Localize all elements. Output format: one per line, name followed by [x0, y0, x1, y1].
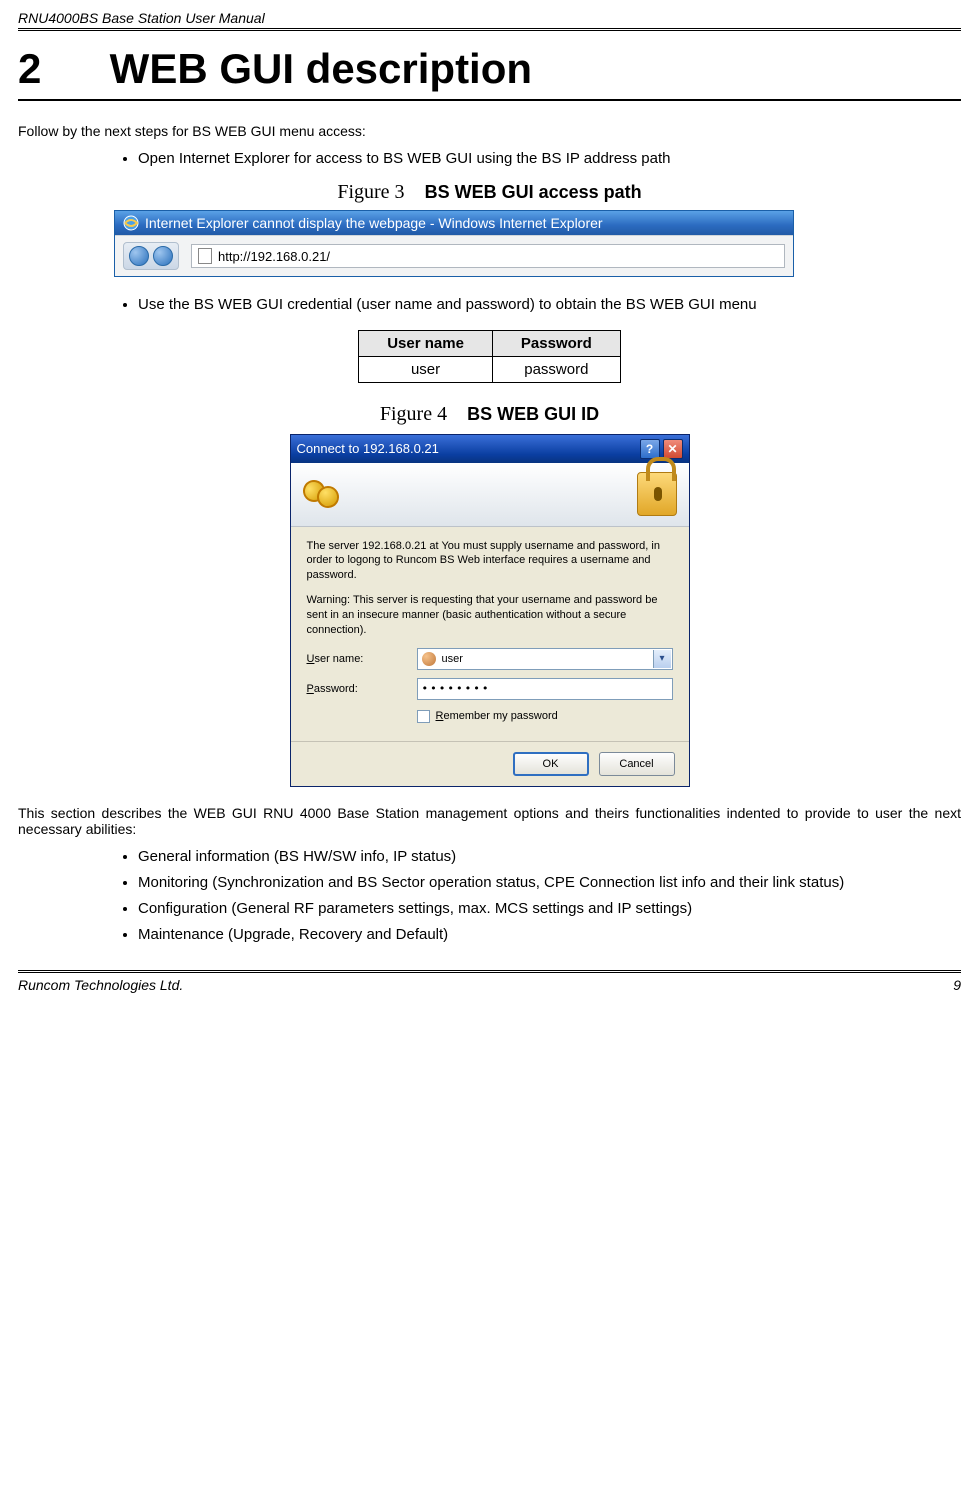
- list-item: Use the BS WEB GUI credential (user name…: [138, 295, 961, 315]
- keys-icon: [303, 474, 351, 514]
- list-item: Configuration (General RF parameters set…: [138, 899, 961, 919]
- user-icon: [422, 652, 436, 666]
- bullet-list-1: Open Internet Explorer for access to BS …: [138, 149, 961, 169]
- password-value: ••••••••: [422, 682, 491, 695]
- password-label-text: assword:: [314, 683, 358, 695]
- forward-icon: [153, 246, 173, 266]
- list-item: General information (BS HW/SW info, IP s…: [138, 847, 961, 867]
- dialog-banner: [291, 463, 689, 527]
- dialog-message-2: Warning: This server is requesting that …: [307, 593, 673, 638]
- running-footer: Runcom Technologies Ltd. 9: [18, 977, 961, 993]
- chapter-heading: 2 WEB GUI description: [18, 45, 961, 93]
- table-cell-username: user: [359, 356, 493, 382]
- figure-4-caption: Figure 4 BS WEB GUI ID: [18, 403, 961, 426]
- chapter-title: WEB GUI description: [110, 45, 532, 92]
- list-item: Maintenance (Upgrade, Recovery and Defau…: [138, 925, 961, 945]
- ie-address-bar[interactable]: http://192.168.0.21/: [191, 244, 785, 268]
- dialog-body: The server 192.168.0.21 at You must supp…: [291, 527, 689, 741]
- username-value: user: [442, 653, 463, 665]
- password-row: Password: ••••••••: [307, 678, 673, 700]
- footer-right: 9: [953, 977, 961, 993]
- username-label: User name:: [307, 653, 417, 665]
- help-button[interactable]: ?: [640, 439, 660, 459]
- list-item: Open Internet Explorer for access to BS …: [138, 149, 961, 169]
- dialog-title-text: Connect to 192.168.0.21: [297, 441, 439, 456]
- ie-titlebar-text: Internet Explorer cannot display the web…: [145, 215, 603, 231]
- abilities-list: General information (BS HW/SW info, IP s…: [138, 847, 961, 946]
- ie-toolbar: http://192.168.0.21/: [115, 235, 793, 276]
- dialog-titlebar: Connect to 192.168.0.21 ? ✕: [291, 435, 689, 463]
- list-item: Monitoring (Synchronization and BS Secto…: [138, 873, 961, 893]
- intro-paragraph: Follow by the next steps for BS WEB GUI …: [18, 123, 961, 139]
- password-field[interactable]: ••••••••: [417, 678, 673, 700]
- footer-left: Runcom Technologies Ltd.: [18, 977, 183, 993]
- lock-icon: [637, 472, 677, 516]
- username-field[interactable]: user ▾: [417, 648, 673, 670]
- ok-button[interactable]: OK: [513, 752, 589, 776]
- username-label-text: ser name:: [314, 653, 363, 665]
- close-button[interactable]: ✕: [663, 439, 683, 459]
- footer-rule: [18, 970, 961, 973]
- ie-url-text: http://192.168.0.21/: [218, 249, 330, 264]
- section-description: This section describes the WEB GUI RNU 4…: [18, 805, 961, 837]
- remember-row: Remember my password: [417, 710, 673, 723]
- dialog-footer: OK Cancel: [291, 741, 689, 786]
- ie-titlebar: Internet Explorer cannot display the web…: [115, 211, 793, 235]
- username-row: User name: user ▾: [307, 648, 673, 670]
- ie-logo-icon: [123, 215, 139, 231]
- ie-nav-buttons[interactable]: [123, 242, 179, 270]
- figure-title: BS WEB GUI ID: [467, 404, 599, 424]
- dropdown-arrow-icon[interactable]: ▾: [653, 650, 671, 668]
- page-icon: [198, 248, 212, 264]
- figure-title: BS WEB GUI access path: [425, 182, 642, 202]
- header-rule: [18, 28, 961, 31]
- bullet-list-2: Use the BS WEB GUI credential (user name…: [138, 295, 961, 315]
- figure-label: Figure 4: [380, 403, 447, 425]
- password-label: Password:: [307, 683, 417, 695]
- remember-label: Remember my password: [436, 710, 558, 722]
- back-icon: [129, 246, 149, 266]
- password-mnemonic: P: [307, 683, 314, 695]
- remember-checkbox[interactable]: [417, 710, 430, 723]
- remember-label-text: emember my password: [443, 710, 557, 722]
- cancel-button[interactable]: Cancel: [599, 752, 675, 776]
- chapter-number: 2: [18, 45, 98, 93]
- auth-dialog: Connect to 192.168.0.21 ? ✕ The server 1…: [290, 434, 690, 787]
- heading-rule: [18, 99, 961, 101]
- dialog-message-1: The server 192.168.0.21 at You must supp…: [307, 539, 673, 584]
- table-cell-password: password: [492, 356, 620, 382]
- running-header: RNU4000BS Base Station User Manual: [18, 10, 961, 26]
- ie-window-figure: Internet Explorer cannot display the web…: [114, 210, 794, 277]
- table-header-username: User name: [359, 330, 493, 356]
- figure-label: Figure 3: [337, 181, 404, 203]
- credentials-table: User name Password user password: [358, 330, 621, 383]
- figure-3-caption: Figure 3 BS WEB GUI access path: [18, 181, 961, 204]
- table-header-password: Password: [492, 330, 620, 356]
